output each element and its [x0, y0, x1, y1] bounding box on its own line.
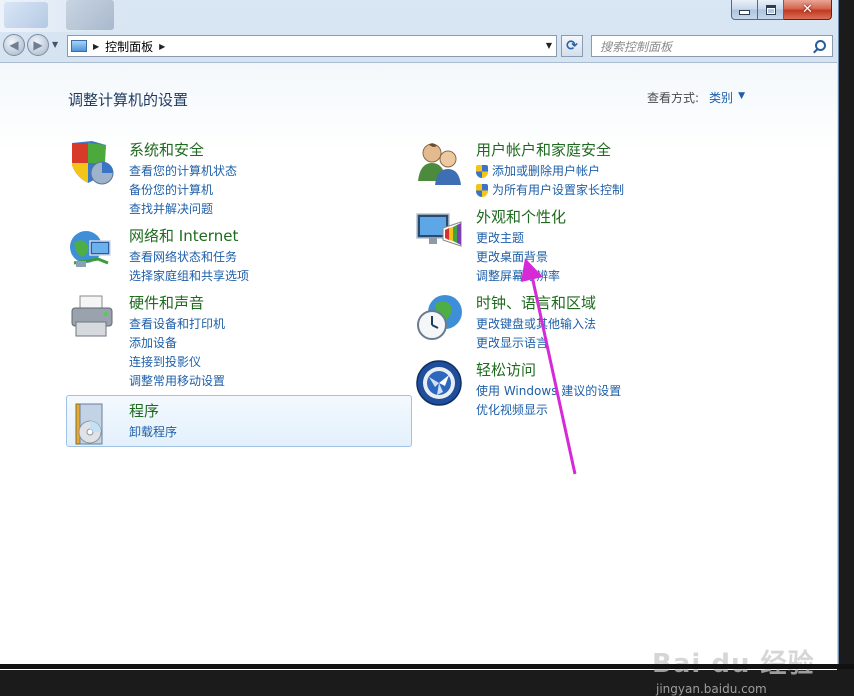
link-change-theme[interactable]: 更改主题 — [476, 229, 560, 248]
close-icon: ✕ — [802, 2, 813, 17]
refresh-icon: ⟳ — [566, 38, 578, 54]
link-devices-printers[interactable]: 查看设备和打印机 — [129, 315, 225, 334]
chevron-down-icon[interactable]: ▼ — [738, 91, 745, 106]
category-title[interactable]: 时钟、语言和区域 — [476, 292, 596, 313]
link-keyboard-input[interactable]: 更改键盘或其他输入法 — [476, 315, 596, 334]
control-panel-icon — [71, 40, 87, 52]
link-uninstall-program[interactable]: 卸载程序 — [129, 423, 177, 442]
taskbar-thumbnails — [0, 0, 130, 32]
clock-globe-icon — [417, 295, 462, 340]
link-add-remove-accounts[interactable]: 添加或删除用户帐户 — [476, 162, 624, 181]
caption-buttons: ✕ — [731, 0, 832, 20]
ease-of-access-icon — [416, 360, 462, 406]
view-by-label: 查看方式: — [647, 91, 700, 105]
maximize-button[interactable] — [758, 0, 784, 20]
link-change-desktop-background[interactable]: 更改桌面背景 — [476, 248, 560, 267]
link-display-language[interactable]: 更改显示语言 — [476, 334, 596, 353]
uac-shield-icon — [476, 184, 488, 197]
category-title[interactable]: 用户帐户和家庭安全 — [476, 139, 611, 160]
breadcrumb-item-control-panel[interactable]: 控制面板 — [105, 38, 153, 55]
view-by: 查看方式: 类别 ▼ — [647, 89, 745, 106]
forward-button[interactable]: ▶ — [27, 34, 49, 56]
category-title[interactable]: 网络和 Internet — [129, 225, 238, 246]
printer-icon — [71, 295, 113, 337]
link-label: 为所有用户设置家长控制 — [492, 183, 625, 197]
close-button[interactable]: ✕ — [784, 0, 832, 20]
link-backup-computer[interactable]: 备份您的计算机 — [129, 181, 237, 200]
window-frame: ✕ ◀ ▶ ▼ ▶ 控制面板 ▶ ▼ ⟳ 调整计算机的设置 查看方式: 类别 ▼ — [0, 0, 839, 696]
link-view-computer-status[interactable]: 查看您的计算机状态 — [129, 162, 237, 181]
recent-pages-dropdown[interactable]: ▼ — [52, 40, 58, 49]
link-mobility-settings[interactable]: 调整常用移动设置 — [129, 372, 225, 391]
arrow-right-icon: ▶ — [33, 38, 43, 52]
breadcrumb-chevron-icon[interactable]: ▶ — [159, 42, 165, 51]
uac-shield-icon — [476, 165, 488, 178]
breadcrumb-chevron-icon[interactable]: ▶ — [93, 42, 99, 51]
shield-pie-icon — [72, 141, 114, 185]
minimize-icon — [739, 10, 750, 15]
programs-icon — [75, 403, 103, 445]
link-troubleshoot[interactable]: 查找并解决问题 — [129, 200, 237, 219]
link-recommended-settings[interactable]: 使用 Windows 建议的设置 — [476, 382, 621, 401]
link-homegroup[interactable]: 选择家庭组和共享选项 — [129, 267, 249, 286]
link-parental-controls[interactable]: 为所有用户设置家长控制 — [476, 181, 624, 200]
link-add-device[interactable]: 添加设备 — [129, 334, 225, 353]
watermark: Bai du 经验 jingyan.baidu.com — [652, 643, 815, 696]
minimize-button[interactable] — [731, 0, 758, 20]
refresh-button[interactable]: ⟳ — [561, 35, 583, 57]
view-by-dropdown[interactable]: 类别 — [709, 89, 733, 106]
category-title[interactable]: 轻松访问 — [476, 359, 536, 380]
search-box[interactable] — [591, 35, 833, 57]
link-optimize-visual-display[interactable]: 优化视频显示 — [476, 401, 621, 420]
thumbnail — [4, 2, 48, 28]
maximize-icon — [765, 4, 776, 15]
link-screen-resolution[interactable]: 调整屏幕分辨率 — [476, 267, 560, 286]
search-input[interactable] — [600, 38, 810, 56]
category-title[interactable]: 程序 — [129, 400, 159, 421]
users-icon — [418, 143, 461, 185]
address-dropdown-icon[interactable]: ▼ — [546, 41, 552, 50]
link-label: 添加或删除用户帐户 — [492, 164, 601, 178]
page-title: 调整计算机的设置 — [68, 91, 189, 109]
category-title[interactable]: 硬件和声音 — [129, 292, 204, 313]
bottom-edge — [0, 664, 854, 669]
link-connect-projector[interactable]: 连接到投影仪 — [129, 353, 225, 372]
search-icon[interactable] — [815, 40, 826, 51]
address-bar[interactable]: ▶ 控制面板 ▶ ▼ — [67, 35, 557, 57]
watermark-url: jingyan.baidu.com — [656, 682, 767, 696]
monitor-palette-icon — [416, 213, 462, 247]
category-title[interactable]: 外观和个性化 — [476, 206, 566, 227]
category-title[interactable]: 系统和安全 — [129, 139, 204, 160]
watermark-logo: Bai du 经验 — [652, 643, 815, 680]
arrow-left-icon: ◀ — [9, 38, 19, 52]
network-globe-icon — [70, 231, 111, 267]
back-button[interactable]: ◀ — [3, 34, 25, 56]
link-network-status[interactable]: 查看网络状态和任务 — [129, 248, 249, 267]
content-pane: 调整计算机的设置 查看方式: 类别 ▼ 系统和安全 查看您的计算机状态 备份您的… — [0, 62, 837, 696]
thumbnail — [66, 0, 114, 30]
